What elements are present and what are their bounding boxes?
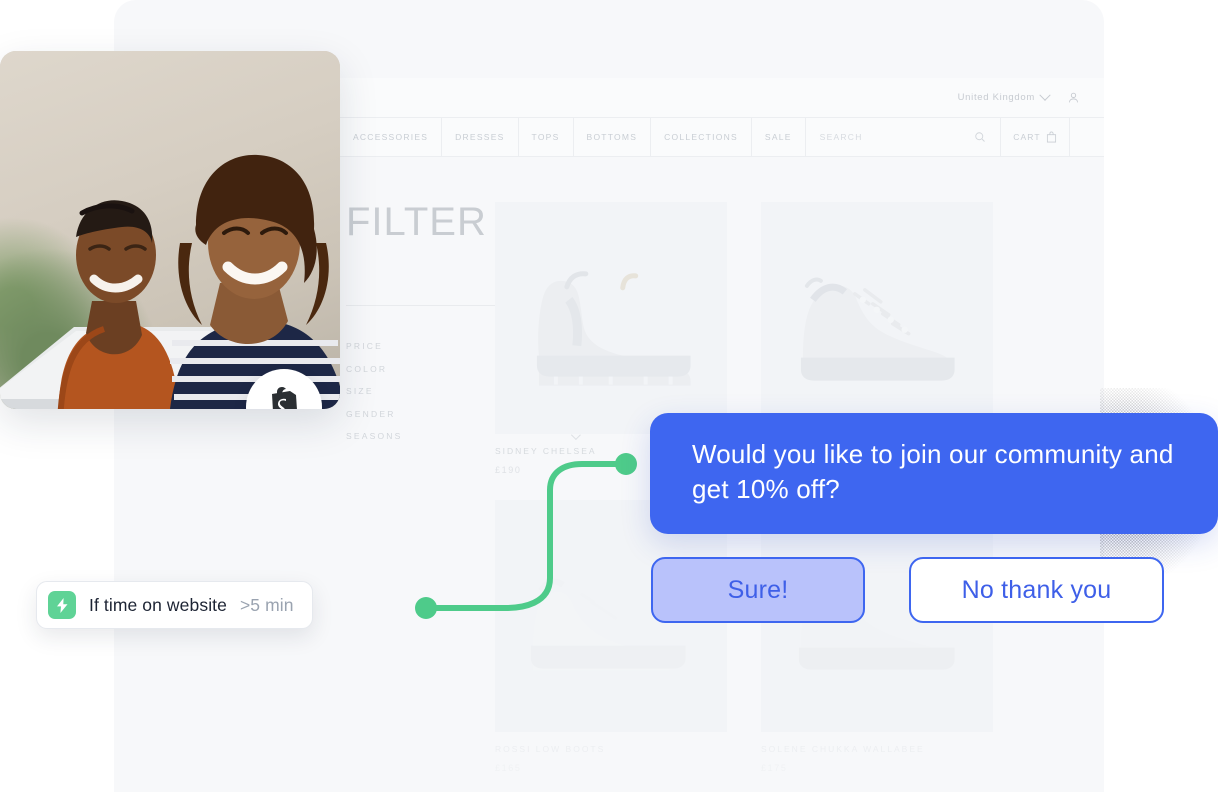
product-name: SOLENE CHUKKA WALLABEE [761, 744, 925, 754]
nav-item-collections[interactable]: COLLECTIONS [651, 118, 752, 156]
user-icon [1068, 92, 1079, 103]
filter-label: PRICE [346, 341, 383, 352]
chevron-down-icon [1039, 89, 1051, 101]
product-card[interactable] [495, 202, 727, 434]
hiking-boot-image [761, 202, 993, 434]
reply-button-no[interactable]: No thank you [909, 557, 1164, 623]
product-meta: SOLENE CHUKKA WALLABEE £175 [761, 744, 993, 773]
nav-item-accessories[interactable]: ACCESSORIES [340, 118, 443, 156]
trigger-label: If time on website [89, 594, 227, 615]
shopify-bag-icon [272, 387, 297, 409]
connector-start-dot [415, 597, 437, 619]
page-title: FILTER [346, 200, 487, 244]
search-placeholder: SEARCH [819, 132, 863, 142]
product-card[interactable] [761, 202, 993, 434]
lifestyle-photo-card [0, 51, 340, 409]
flow-connector-line [415, 453, 637, 619]
account-button[interactable] [1067, 91, 1080, 104]
person-right [170, 154, 340, 409]
locale-label: United Kingdom [957, 92, 1035, 103]
nav-item-bottoms[interactable]: BOTTOMS [574, 118, 652, 156]
filter-label: COLOR [346, 363, 388, 374]
filter-label: GENDER [346, 408, 396, 419]
search-input[interactable]: SEARCH [806, 118, 1001, 156]
shopping-bag-icon [1046, 131, 1056, 143]
filter-label: SIZE [346, 386, 374, 397]
product-price: £165 [495, 763, 522, 773]
chelsea-boot-image [495, 202, 727, 434]
automation-trigger-chip[interactable]: If time on website >5 min [36, 581, 313, 629]
product-meta: ROSSI LOW BOOTS £165 [495, 744, 727, 773]
search-icon [975, 132, 985, 142]
nav-item-sale[interactable]: SALE [752, 118, 806, 156]
trigger-value: >5 min [239, 594, 294, 615]
cart-label: CART [1013, 132, 1041, 142]
product-name: ROSSI LOW BOOTS [495, 744, 606, 754]
reply-button-yes[interactable]: Sure! [651, 557, 865, 623]
product-price: £175 [761, 763, 788, 773]
lightning-bolt-icon [48, 591, 76, 619]
chat-message-bubble: Would you like to join our community and… [650, 413, 1218, 534]
filter-label: SEASONS [346, 431, 403, 442]
nav-item-dresses[interactable]: DRESSES [442, 118, 519, 156]
cart-button[interactable]: CART [1001, 118, 1070, 156]
connector-end-dot [615, 453, 637, 475]
nav-end-spacer [1070, 118, 1104, 156]
nav-item-tops[interactable]: TOPS [519, 118, 574, 156]
locale-selector[interactable]: United Kingdom [957, 89, 1051, 103]
